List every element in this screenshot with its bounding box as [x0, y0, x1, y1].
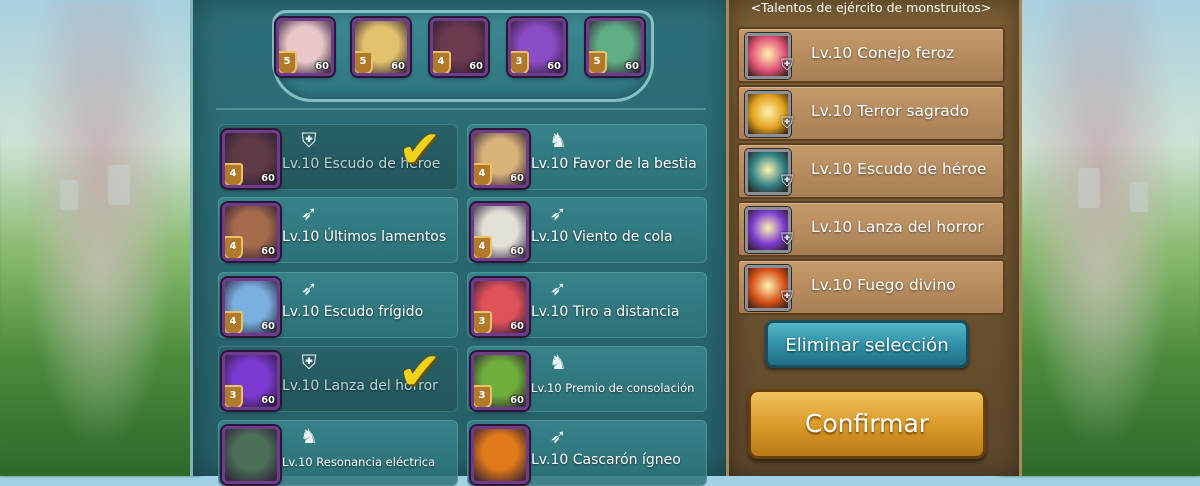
talent-row: ⛨ Lv.10 Fuego divino — [737, 259, 1005, 315]
confirm-button[interactable]: Confirmar — [748, 389, 986, 459]
familiar-portrait[interactable]: 3 60 — [471, 278, 529, 336]
familiar-name: Lv.10 Resonancia eléctrica — [282, 455, 436, 469]
clear-selection-button[interactable]: Eliminar selección — [765, 320, 969, 368]
talent-name: Lv.10 Conejo feroz — [811, 44, 955, 62]
shield-icon: ⛨ — [301, 128, 317, 152]
familiar-card[interactable]: 4 60 ➶ Lv.10 Últimos lamentos — [218, 197, 458, 263]
familiar-portrait[interactable]: 3 60 — [222, 352, 280, 410]
talent-name: Lv.10 Escudo de héroe — [811, 160, 987, 178]
star-badge: 4 — [474, 236, 492, 258]
level-label: 60 — [391, 61, 405, 72]
level-label: 60 — [261, 246, 275, 257]
talent-name: Lv.10 Fuego divino — [811, 276, 956, 294]
star-badge: 5 — [589, 51, 607, 73]
level-label: 60 — [510, 321, 524, 332]
shield-icon: ⛨ — [781, 113, 794, 132]
checkmark-icon: ✔ — [398, 120, 442, 180]
familiar-card[interactable]: 3 60 ➶ Lv.10 Tiro a distancia — [467, 272, 707, 338]
familiar-portrait[interactable] — [471, 426, 529, 484]
familiar-card[interactable]: ♞ Lv.10 Resonancia eléctrica — [218, 420, 458, 486]
shield-icon: ⛨ — [781, 171, 794, 190]
level-label: 60 — [510, 395, 524, 406]
talent-row: ⛨ Lv.10 Terror sagrado — [737, 85, 1005, 141]
horse-icon: ♞ — [549, 350, 567, 374]
talent-row: ⛨ Lv.10 Escudo de héroe — [737, 143, 1005, 199]
familiar-name: Lv.10 Escudo frígido — [282, 304, 424, 320]
horse-icon: ♞ — [549, 128, 567, 152]
star-badge: 5 — [355, 51, 373, 73]
background-right — [1000, 0, 1200, 476]
familiar-name: Lv.10 Últimos lamentos — [282, 229, 447, 245]
squad-slot[interactable]: 5 60 — [586, 18, 644, 76]
familiar-card[interactable]: 4 60 ➶ Lv.10 Viento de cola — [467, 197, 707, 263]
level-label: 60 — [315, 61, 329, 72]
talent-row: ⛨ Lv.10 Conejo feroz — [737, 27, 1005, 83]
background-left — [0, 0, 200, 476]
shield-icon: ⛨ — [781, 55, 794, 74]
talent-name: Lv.10 Lanza del horror — [811, 218, 984, 236]
level-label: 60 — [510, 173, 524, 184]
monster-face — [474, 429, 526, 481]
familiar-name: Lv.10 Favor de la bestia — [531, 156, 697, 172]
level-label: 60 — [261, 395, 275, 406]
squad-slot[interactable]: 5 60 — [352, 18, 410, 76]
familiar-portrait[interactable]: 4 60 — [471, 130, 529, 188]
familiar-portrait[interactable]: 4 60 — [222, 130, 280, 188]
level-label: 60 — [625, 61, 639, 72]
squad-slot[interactable]: 4 60 — [430, 18, 488, 76]
divider — [216, 108, 706, 110]
squad-slot[interactable]: 3 60 — [508, 18, 566, 76]
familiar-card[interactable]: 4 60 ➶ Lv.10 Escudo frígido — [218, 272, 458, 338]
familiar-portrait[interactable]: 4 60 — [222, 278, 280, 336]
horse-icon: ♞ — [300, 424, 318, 448]
shield-icon: ⛨ — [301, 350, 317, 374]
star-badge: 3 — [474, 385, 492, 407]
star-badge: 4 — [474, 163, 492, 185]
familiar-portrait[interactable]: 4 60 — [471, 203, 529, 261]
familiar-portrait[interactable]: 3 60 — [471, 352, 529, 410]
talent-row: ⛨ Lv.10 Lanza del horror — [737, 201, 1005, 257]
star-badge: 5 — [279, 51, 297, 73]
shield-icon: ⛨ — [781, 287, 794, 306]
level-label: 60 — [261, 173, 275, 184]
star-badge: 3 — [225, 385, 243, 407]
star-badge: 3 — [511, 51, 529, 73]
bow-icon: ➶ — [300, 276, 318, 300]
familiar-card[interactable]: 4 60 ♞ Lv.10 Favor de la bestia — [467, 124, 707, 190]
background-pillar — [1078, 168, 1100, 208]
star-badge: 3 — [474, 311, 492, 333]
background-pillar — [108, 165, 130, 205]
familiar-card[interactable]: 3 60 ♞ Lv.10 Premio de consolación — [467, 346, 707, 412]
bow-icon: ➶ — [549, 276, 567, 300]
familiar-portrait[interactable]: 4 60 — [222, 203, 280, 261]
star-badge: 4 — [225, 163, 243, 185]
star-badge: 4 — [433, 51, 451, 73]
level-label: 60 — [510, 246, 524, 257]
familiar-name: Lv.10 Viento de cola — [531, 229, 673, 245]
familiar-card[interactable]: 4 60 ⛨ Lv.10 Escudo de héroe ✔ — [218, 120, 458, 190]
background-pillar — [60, 180, 78, 210]
background-pillar — [1130, 182, 1148, 212]
level-label: 60 — [547, 61, 561, 72]
level-label: 60 — [469, 61, 483, 72]
monster-face — [225, 429, 277, 481]
bow-horse-icon: ➶ — [549, 201, 567, 225]
familiar-name: Lv.10 Cascarón ígneo — [531, 452, 681, 468]
familiar-card[interactable]: 3 60 ⛨ Lv.10 Lanza del horror ✔ — [218, 342, 458, 412]
familiar-name: Lv.10 Tiro a distancia — [531, 304, 680, 320]
familiar-portrait[interactable] — [222, 426, 280, 484]
familiar-name: Lv.10 Premio de consolación — [531, 381, 695, 395]
bow-horse-icon: ➶ — [300, 201, 318, 225]
talents-title: <Talentos de ejército de monstruitos> — [750, 0, 992, 15]
talent-name: Lv.10 Terror sagrado — [811, 102, 970, 120]
star-badge: 4 — [225, 311, 243, 333]
checkmark-icon: ✔ — [398, 342, 442, 402]
shield-icon: ⛨ — [781, 229, 794, 248]
familiar-card[interactable]: ➶ Lv.10 Cascarón ígneo — [467, 420, 707, 486]
squad-slot[interactable]: 5 60 — [276, 18, 334, 76]
star-badge: 4 — [225, 236, 243, 258]
level-label: 60 — [261, 321, 275, 332]
bow-horse-icon: ➶ — [549, 424, 567, 448]
